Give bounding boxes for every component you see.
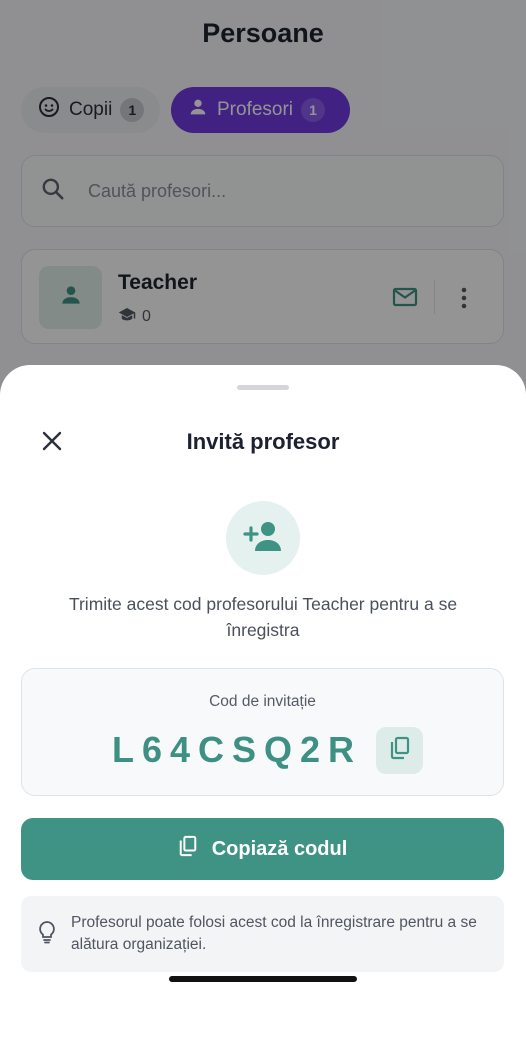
copy-code-button[interactable]: Copiază codul (21, 818, 504, 880)
home-indicator (169, 976, 357, 982)
copy-icon (389, 736, 411, 765)
hint-text: Profesorul poate folosi acest cod la înr… (71, 914, 477, 953)
info-hint: Profesorul poate folosi acest cod la înr… (21, 896, 504, 972)
copy-icon (178, 835, 198, 863)
invite-description: Trimite acest cod profesorului Teacher p… (68, 594, 458, 640)
invite-icon-circle (226, 501, 300, 575)
invite-code[interactable]: L64CSQ2R (102, 729, 362, 771)
invite-code-box: Cod de invitație L64CSQ2R (21, 668, 504, 796)
copy-button-label: Copiază codul (211, 837, 348, 860)
lightbulb-icon (37, 920, 57, 949)
person-add-icon (242, 520, 284, 557)
copy-code-icon-button[interactable] (376, 726, 424, 774)
sheet-drag-handle[interactable] (237, 385, 289, 390)
invite-bottom-sheet: Invită profesor Trimite acest cod profes… (0, 365, 526, 1052)
sheet-title: Invită profesor (186, 429, 340, 454)
code-label: Cod de invitație (209, 693, 316, 710)
screen: Persoane Copii 1 Profesori 1 Caută profe… (0, 0, 526, 1052)
code-row: L64CSQ2R (22, 726, 503, 774)
